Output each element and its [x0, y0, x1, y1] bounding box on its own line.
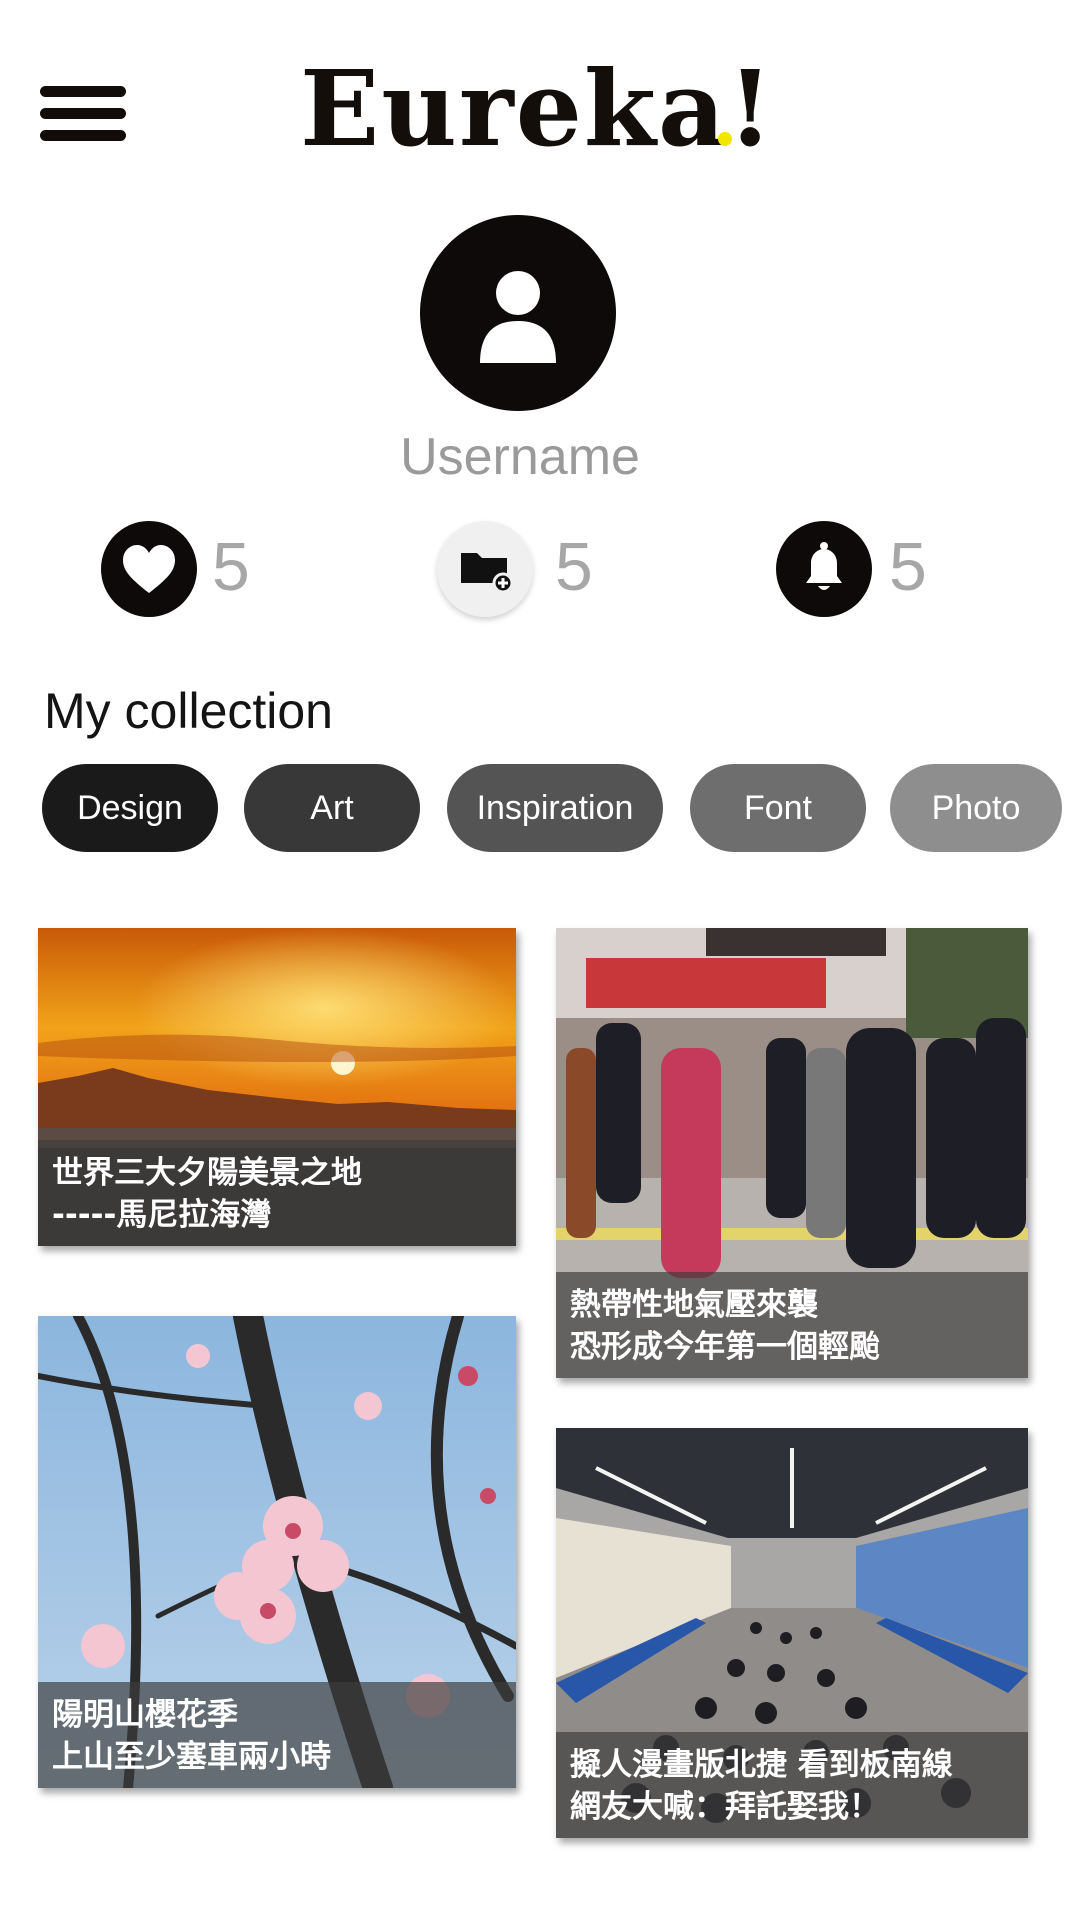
favorites-button[interactable] — [101, 521, 197, 617]
menu-bar — [40, 86, 126, 97]
logo-letter: ! — [727, 47, 775, 170]
collections-button[interactable] — [437, 521, 533, 617]
card-manila-sunset[interactable]: 世界三大夕陽美景之地 -----馬尼拉海灣 — [38, 928, 516, 1246]
user-icon — [480, 271, 556, 363]
logo-letter: k — [583, 47, 658, 170]
chip-font[interactable]: Font — [690, 764, 866, 852]
card-caption: 世界三大夕陽美景之地 -----馬尼拉海灣 — [38, 1140, 516, 1246]
logo-letter: E — [300, 47, 382, 170]
notifications-button[interactable] — [776, 521, 872, 617]
logo-letter: a — [657, 47, 728, 170]
favorites-count: 5 — [212, 529, 250, 605]
card-caption: 陽明山櫻花季 上山至少塞車兩小時 — [38, 1682, 516, 1788]
folder-add-icon — [461, 553, 514, 594]
logo-letter: e — [515, 47, 584, 170]
logo-letter: u — [381, 47, 459, 170]
card-caption: 擬人漫畫版北捷 看到板南線 網友大喊：拜託娶我！ — [556, 1732, 1028, 1838]
caption-line: 世界三大夕陽美景之地 — [52, 1155, 362, 1191]
caption-line: 上山至少塞車兩小時 — [52, 1739, 331, 1775]
caption-line: 擬人漫畫版北捷 看到板南線 — [570, 1747, 953, 1783]
avatar[interactable] — [420, 215, 616, 411]
logo-accent-dot — [718, 132, 732, 146]
chip-art[interactable]: Art — [244, 764, 420, 852]
section-title: My collection — [44, 683, 333, 739]
app-logo: Eureka! — [300, 54, 773, 164]
caption-line: 熱帶性地氣壓來襲 — [570, 1287, 818, 1323]
bell-icon — [806, 542, 842, 590]
chip-photo[interactable]: Photo — [890, 764, 1062, 852]
heart-icon — [123, 545, 175, 593]
chip-inspiration[interactable]: Inspiration — [447, 764, 663, 852]
caption-line: 恐形成今年第一個輕颱 — [570, 1329, 880, 1365]
menu-bar — [40, 108, 126, 119]
caption-line: -----馬尼拉海灣 — [52, 1197, 272, 1233]
menu-bar — [40, 130, 126, 141]
collections-count: 5 — [555, 529, 593, 605]
menu-button[interactable] — [40, 84, 126, 144]
card-cherry-blossom[interactable]: 陽明山櫻花季 上山至少塞車兩小時 — [38, 1316, 516, 1788]
caption-line: 陽明山櫻花季 — [52, 1697, 238, 1733]
card-mrt-comic[interactable]: 擬人漫畫版北捷 看到板南線 網友大喊：拜託娶我！ — [556, 1428, 1028, 1838]
username: Username — [400, 428, 640, 486]
card-weather-news[interactable]: 熱帶性地氣壓來襲 恐形成今年第一個輕颱 — [556, 928, 1028, 1378]
notifications-count: 5 — [889, 529, 927, 605]
chip-design[interactable]: Design — [42, 764, 218, 852]
caption-line: 網友大喊：拜託娶我！ — [570, 1789, 880, 1825]
logo-letter: r — [458, 47, 516, 170]
card-caption: 熱帶性地氣壓來襲 恐形成今年第一個輕颱 — [556, 1272, 1028, 1378]
